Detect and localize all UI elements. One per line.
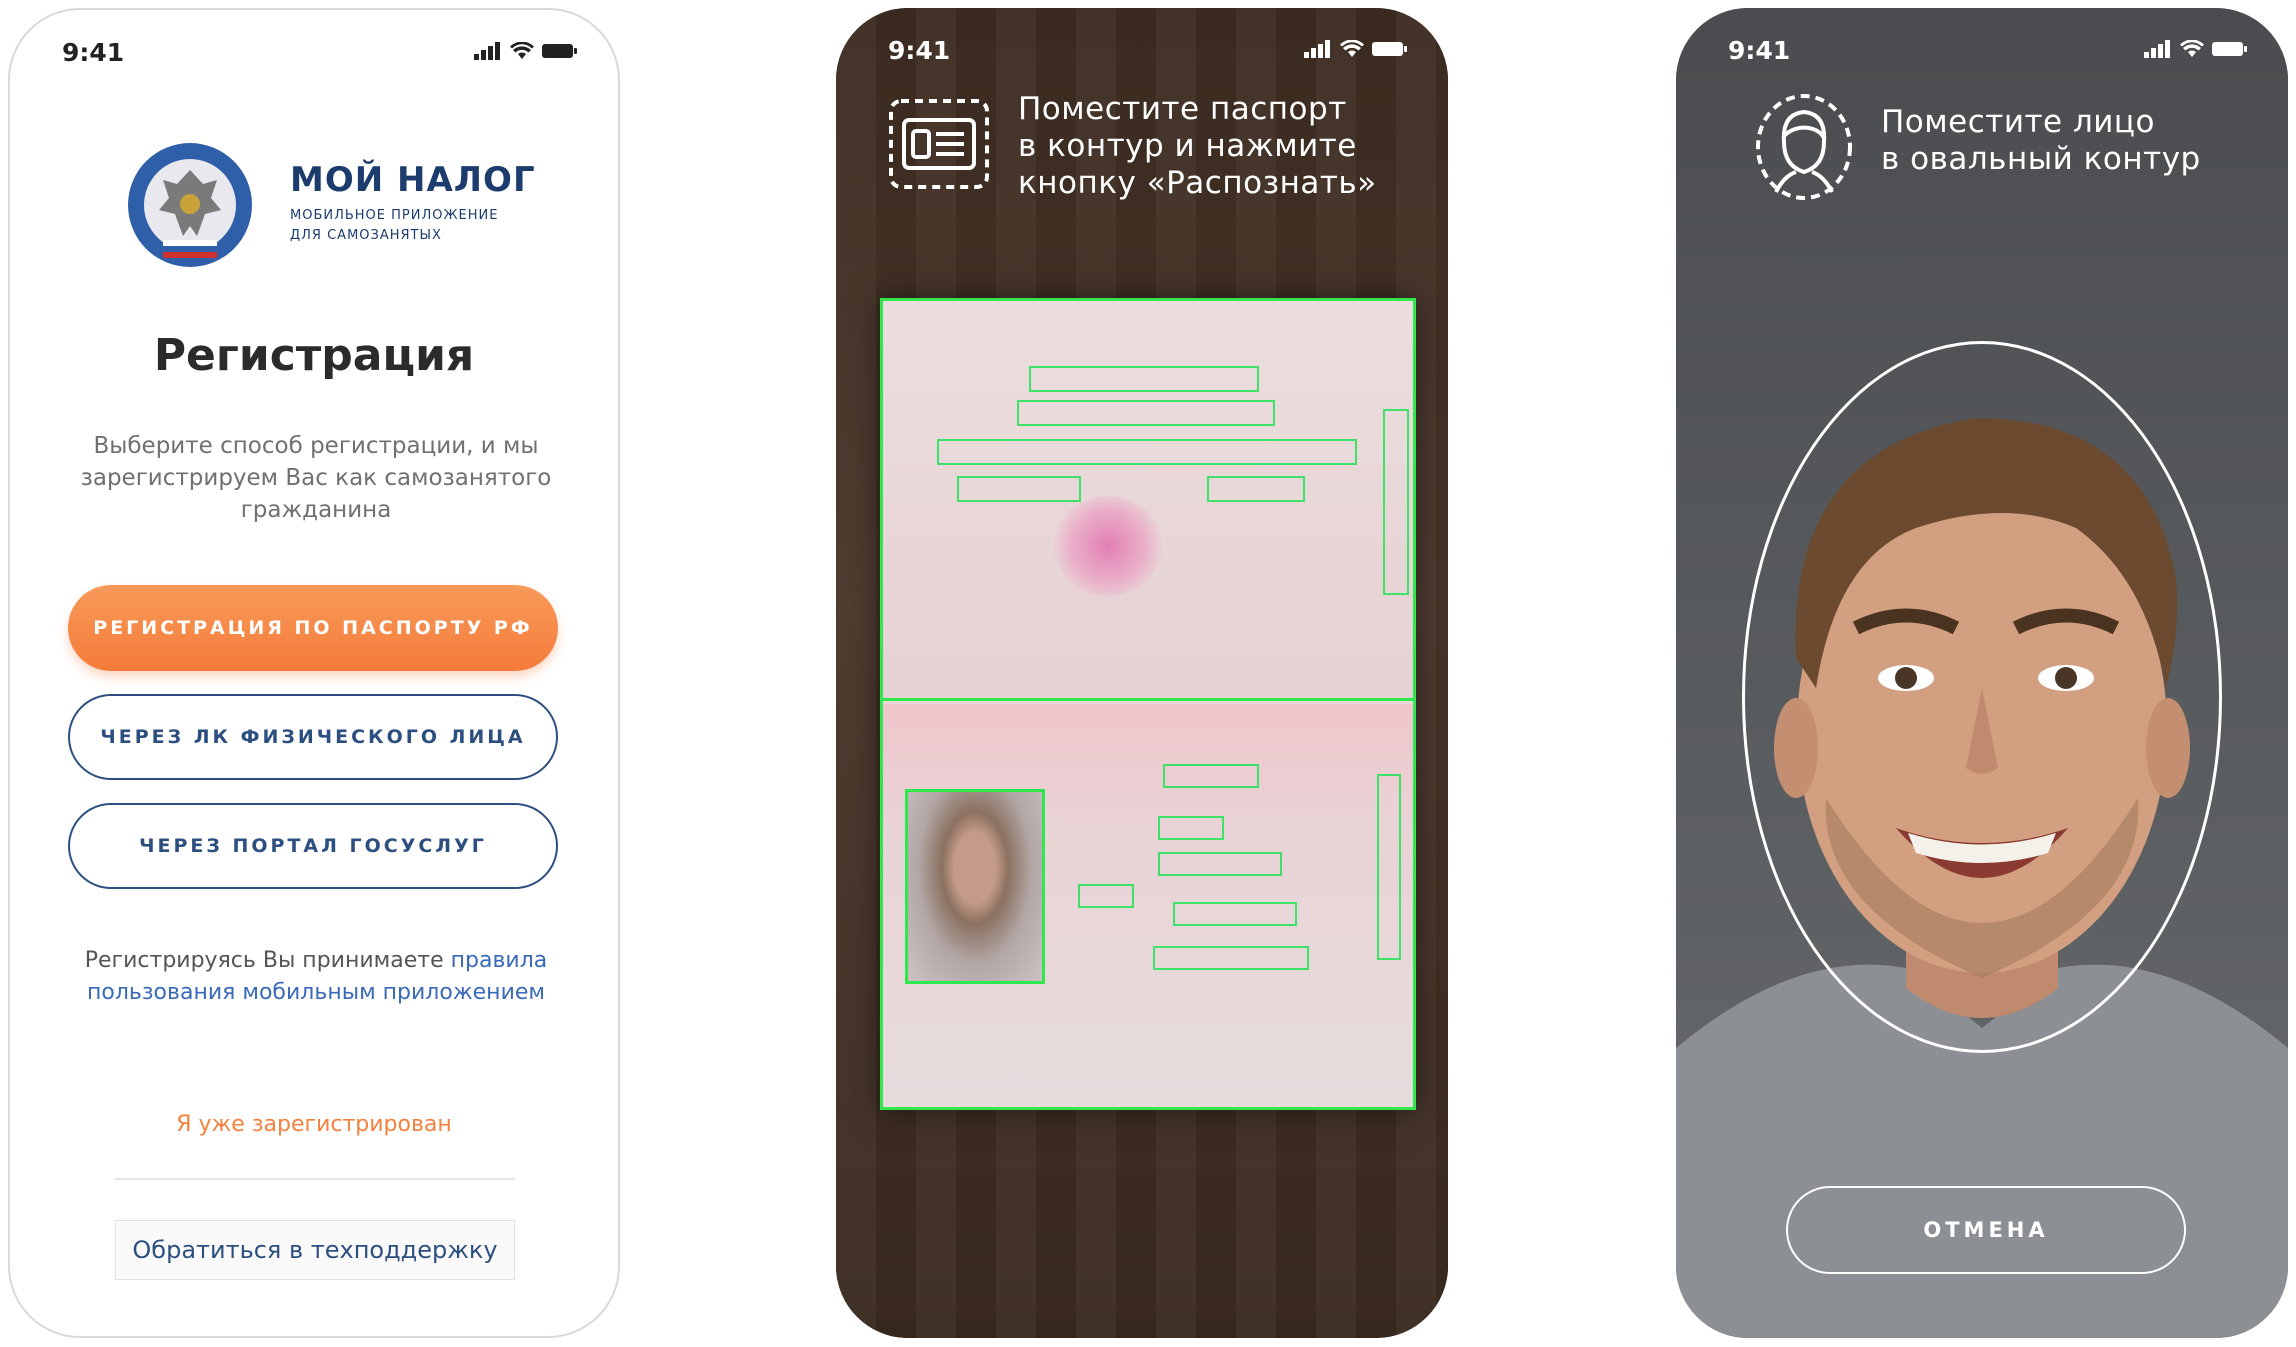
signal-icon bbox=[2144, 40, 2170, 58]
status-time: 9:41 bbox=[888, 36, 951, 65]
battery-icon bbox=[2212, 42, 2247, 56]
page-title: Регистрация bbox=[153, 330, 475, 381]
wifi-icon bbox=[510, 42, 534, 59]
field-box bbox=[1173, 902, 1297, 926]
terms-prefix: Регистрируясь Вы принимаете bbox=[84, 948, 451, 973]
cancel-button[interactable]: ОТМЕНА bbox=[1786, 1186, 2186, 1274]
field-box bbox=[1029, 366, 1259, 392]
registration-description: Выберите способ регистрации, и мы зареги… bbox=[80, 433, 552, 523]
already-registered-link[interactable]: Я уже зарегистрирован bbox=[10, 1112, 618, 1137]
face-hint: Поместите лицо в овальный контур bbox=[1881, 104, 2271, 178]
passport-hint: Поместите паспорт в контур и нажмите кно… bbox=[1018, 91, 1438, 202]
passport-icon bbox=[889, 99, 989, 189]
status-time: 9:41 bbox=[62, 38, 125, 67]
field-box bbox=[1078, 884, 1134, 908]
lk-registration-button[interactable]: ЧЕРЕЗ ЛК ФИЗИЧЕСКОГО ЛИЦА bbox=[68, 694, 558, 780]
status-bar: 9:41 bbox=[836, 34, 1448, 70]
field-box bbox=[1377, 774, 1401, 960]
passport-registration-button[interactable]: РЕГИСТРАЦИЯ ПО ПАСПОРТУ РФ bbox=[68, 585, 558, 671]
hint-line1: Поместите паспорт bbox=[1018, 91, 1347, 127]
signal-icon bbox=[474, 42, 500, 60]
wifi-icon bbox=[1340, 40, 1364, 57]
face-icon bbox=[1756, 94, 1852, 200]
passport-bottom-page bbox=[883, 704, 1413, 1107]
field-box bbox=[1163, 764, 1259, 788]
passport-stamp bbox=[1053, 496, 1163, 596]
app-subtitle-line1: МОБИЛЬНОЕ ПРИЛОЖЕНИЕ bbox=[290, 208, 499, 223]
support-button[interactable]: Обратиться в техподдержку bbox=[115, 1220, 515, 1280]
hint-line1: Поместите лицо bbox=[1881, 104, 2155, 140]
passport-recognition-frame bbox=[880, 298, 1416, 1110]
field-box bbox=[1158, 816, 1224, 840]
passport-photo bbox=[905, 789, 1045, 984]
app-subtitle: МОБИЛЬНОЕ ПРИЛОЖЕНИЕ ДЛЯ САМОЗАНЯТЫХ bbox=[290, 206, 510, 246]
field-box bbox=[937, 439, 1357, 465]
divider bbox=[115, 1178, 515, 1180]
field-box bbox=[1153, 946, 1309, 970]
status-bar: 9:41 bbox=[10, 36, 618, 72]
field-box bbox=[1017, 400, 1275, 426]
field-box bbox=[1383, 409, 1409, 595]
hint-line2: в контур и нажмите bbox=[1018, 128, 1357, 164]
field-box bbox=[1158, 852, 1282, 876]
app-subtitle-line2: ДЛЯ САМОЗАНЯТЫХ bbox=[290, 228, 442, 243]
fns-emblem-logo bbox=[128, 143, 252, 267]
field-box bbox=[957, 476, 1081, 502]
wifi-icon bbox=[2180, 40, 2204, 57]
gosuslugi-registration-button[interactable]: ЧЕРЕЗ ПОРТАЛ ГОСУСЛУГ bbox=[68, 803, 558, 889]
registration-screen: 9:41 МОЙ НАЛОГ МОБИЛЬНОЕ ПРИЛОЖЕНИЕ ДЛЯ … bbox=[8, 8, 620, 1338]
passport-scan-screen: 9:41 Поместите паспорт в контур и нажмит… bbox=[836, 8, 1448, 1338]
battery-icon bbox=[542, 44, 577, 58]
field-box bbox=[1207, 476, 1305, 502]
terms-text: Регистрируясь Вы принимаете правила поль… bbox=[60, 945, 572, 1009]
passport-top-page bbox=[883, 301, 1413, 701]
hint-line3: кнопку «Распознать» bbox=[1018, 165, 1377, 201]
face-scan-screen: 9:41 Поместите лицо в овальный контур ОТ… bbox=[1676, 8, 2288, 1338]
status-time: 9:41 bbox=[1728, 36, 1791, 65]
status-bar: 9:41 bbox=[1676, 34, 2288, 70]
battery-icon bbox=[1372, 42, 1407, 56]
face-oval-guide bbox=[1742, 341, 2222, 1053]
app-name: МОЙ НАЛОГ bbox=[290, 160, 536, 200]
signal-icon bbox=[1304, 40, 1330, 58]
hint-line2: в овальный контур bbox=[1881, 141, 2201, 177]
